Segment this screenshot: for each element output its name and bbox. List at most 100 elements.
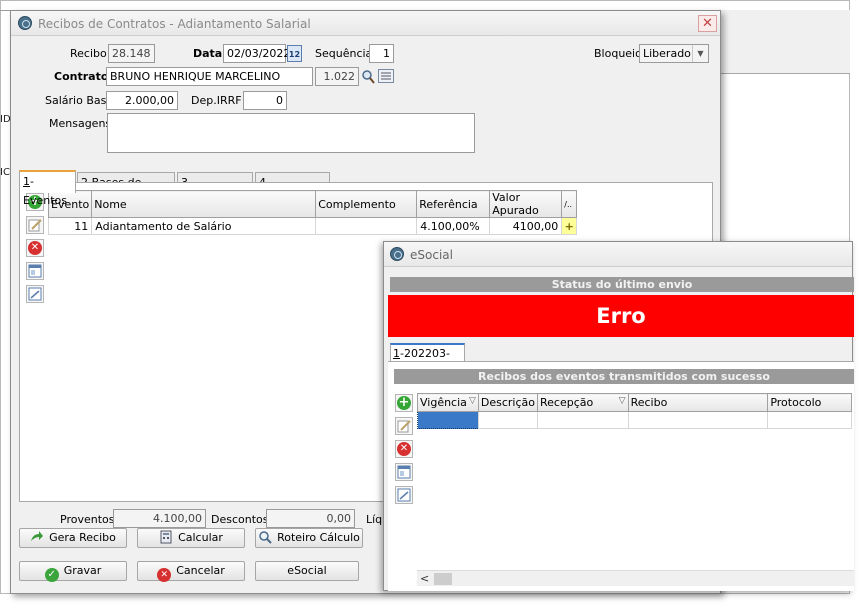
tab-eventos[interactable]: 1-Eventos [19, 170, 76, 207]
table-row[interactable]: 11 Adiantamento de Salário 4.100,00% 410… [47, 217, 578, 235]
app-logo-icon [18, 16, 32, 30]
add-row-icon[interactable]: + [561, 217, 578, 235]
esocial-window: eSocial Status do último envio Erro 1-20… [383, 241, 854, 591]
salario-base-label: Salário Base [45, 94, 114, 107]
esocial-add-button[interactable]: + [395, 394, 413, 412]
depirrf-label: Dep.IRRF [191, 94, 242, 107]
list-icon[interactable] [378, 69, 394, 83]
col-recepcao-label: Recepção [540, 396, 594, 409]
descontos-field[interactable]: 0,00 [266, 509, 355, 528]
roteiro-label: Roteiro Cálculo [277, 531, 360, 544]
recibos-section-header: Recibos dos eventos transmitidos com suc… [394, 369, 854, 384]
cell-referencia[interactable]: 4.100,00% [416, 217, 491, 235]
edit-icon [397, 420, 411, 433]
esocial-export-button[interactable] [395, 486, 413, 504]
cell-complemento[interactable] [315, 217, 418, 235]
col-vigencia[interactable]: Vigência ▽ [417, 393, 479, 412]
depirrf-field[interactable]: 0 [243, 91, 287, 110]
col-descricao[interactable]: Descrição [477, 393, 539, 412]
cell-vigencia-selected[interactable] [417, 411, 479, 429]
export-event-button[interactable] [26, 285, 44, 303]
status-error-banner: Erro [388, 295, 854, 337]
cancelar-button[interactable]: ✕ Cancelar [137, 561, 245, 582]
esocial-title: eSocial [410, 248, 453, 262]
salario-base-field[interactable]: 2.000,00 [106, 91, 178, 110]
magnifier-icon [259, 531, 272, 544]
recibo-field[interactable]: 28.148 [108, 44, 155, 63]
calcular-button[interactable]: Calcular [137, 528, 245, 548]
window-event-button[interactable] [26, 262, 44, 280]
edit-event-button[interactable] [26, 216, 44, 234]
esocial-edit-button[interactable] [395, 417, 413, 435]
cell-evento[interactable]: 11 [47, 217, 93, 235]
data-label: Data [193, 47, 223, 60]
arrow-right-icon [31, 531, 44, 541]
cell-descricao[interactable] [477, 411, 539, 429]
export-icon [397, 488, 411, 502]
gravar-button[interactable]: ✓ Gravar [19, 561, 127, 582]
esocial-window-button[interactable] [395, 463, 413, 481]
filter-icon[interactable]: ▽ [469, 396, 476, 406]
dialog-title: Recibos de Contratos - Adiantamento Sala… [38, 17, 311, 31]
calcular-label: Calcular [178, 531, 223, 544]
bloqueio-select[interactable]: Liberado ▼ [639, 44, 709, 63]
col-protocolo[interactable]: Protocolo [767, 393, 852, 412]
col-complemento[interactable]: Complemento [315, 190, 418, 218]
sequencia-field[interactable]: 1 [369, 44, 394, 63]
dialog-titlebar[interactable]: Recibos de Contratos - Adiantamento Sala… [11, 11, 720, 36]
tab-eventos-key: 1 [23, 175, 30, 188]
horizontal-scrollbar[interactable]: < [417, 570, 854, 586]
close-button[interactable]: ✕ [698, 15, 717, 32]
cell-nome[interactable]: Adiantamento de Salário [91, 217, 317, 235]
scroll-left-arrow-icon[interactable]: < [420, 572, 429, 585]
window-icon [397, 465, 411, 479]
col-recibo[interactable]: Recibo [627, 393, 769, 412]
esocial-button[interactable]: eSocial [255, 561, 359, 581]
tab-eventos-label: -Eventos [23, 175, 67, 207]
proventos-label: Proventos [60, 513, 115, 526]
search-icon[interactable] [361, 68, 376, 85]
check-icon: ✓ [44, 568, 59, 582]
cancel-icon: ✕ [157, 568, 172, 582]
export-icon [28, 287, 42, 301]
col-valor-apurado[interactable]: Valor Apurado [489, 190, 563, 218]
recibos-grid-header: Vigência ▽ Descrição Recepção ▽ Recibo Pro… [417, 393, 852, 412]
col-recepcao[interactable]: Recepção ▽ [537, 393, 629, 412]
cell-recepcao[interactable] [537, 411, 629, 429]
sequencia-label: Sequência [315, 47, 373, 60]
col-extra[interactable]: /.. [561, 190, 578, 218]
calculator-icon [160, 530, 172, 544]
contrato-number-field[interactable]: 1.022 [315, 67, 359, 86]
status-header: Status do último envio [390, 277, 854, 292]
contrato-label: Contrato [54, 70, 109, 83]
col-nome[interactable]: Nome [91, 190, 317, 218]
gera-recibo-button[interactable]: Gera Recibo [19, 528, 127, 548]
esocial-titlebar[interactable]: eSocial [384, 242, 852, 267]
contrato-name-field[interactable]: BRUNO HENRIQUE MARCELINO [106, 67, 313, 86]
cell-protocolo[interactable] [767, 411, 852, 429]
eventos-grid-header: Evento Nome Complemento Referência Valor… [47, 190, 578, 218]
delete-icon: ✕ [397, 442, 411, 456]
descontos-label: Descontos [211, 513, 269, 526]
scrollbar-thumb[interactable] [434, 573, 452, 585]
edit-icon [28, 219, 42, 232]
proventos-field[interactable]: 4.100,00 [113, 509, 206, 528]
calendar-icon[interactable]: 12 [287, 45, 302, 62]
esocial-button-label: eSocial [287, 564, 327, 577]
chevron-down-icon: ▼ [692, 45, 708, 62]
tab-recibo-202203-493[interactable]: 1-202203-493 [390, 343, 465, 377]
table-row[interactable] [417, 411, 852, 429]
filter-icon[interactable]: ▽ [619, 396, 626, 406]
col-referencia[interactable]: Referência [416, 190, 491, 218]
bloqueio-label: Bloqueio [594, 47, 642, 60]
delete-event-button[interactable]: ✕ [26, 239, 44, 257]
data-field[interactable]: 02/03/2022 [223, 44, 290, 63]
plus-icon: + [397, 395, 411, 410]
esocial-delete-button[interactable]: ✕ [395, 440, 413, 458]
esocial-logo-icon [390, 247, 404, 261]
recibos-grid: Vigência ▽ Descrição Recepção ▽ Recibo Pro… [417, 393, 852, 429]
cell-valor[interactable]: 4100,00 [489, 217, 563, 235]
mensagens-textarea[interactable] [107, 113, 475, 153]
cell-recibo[interactable] [627, 411, 769, 429]
roteiro-calculo-button[interactable]: Roteiro Cálculo [255, 528, 363, 548]
